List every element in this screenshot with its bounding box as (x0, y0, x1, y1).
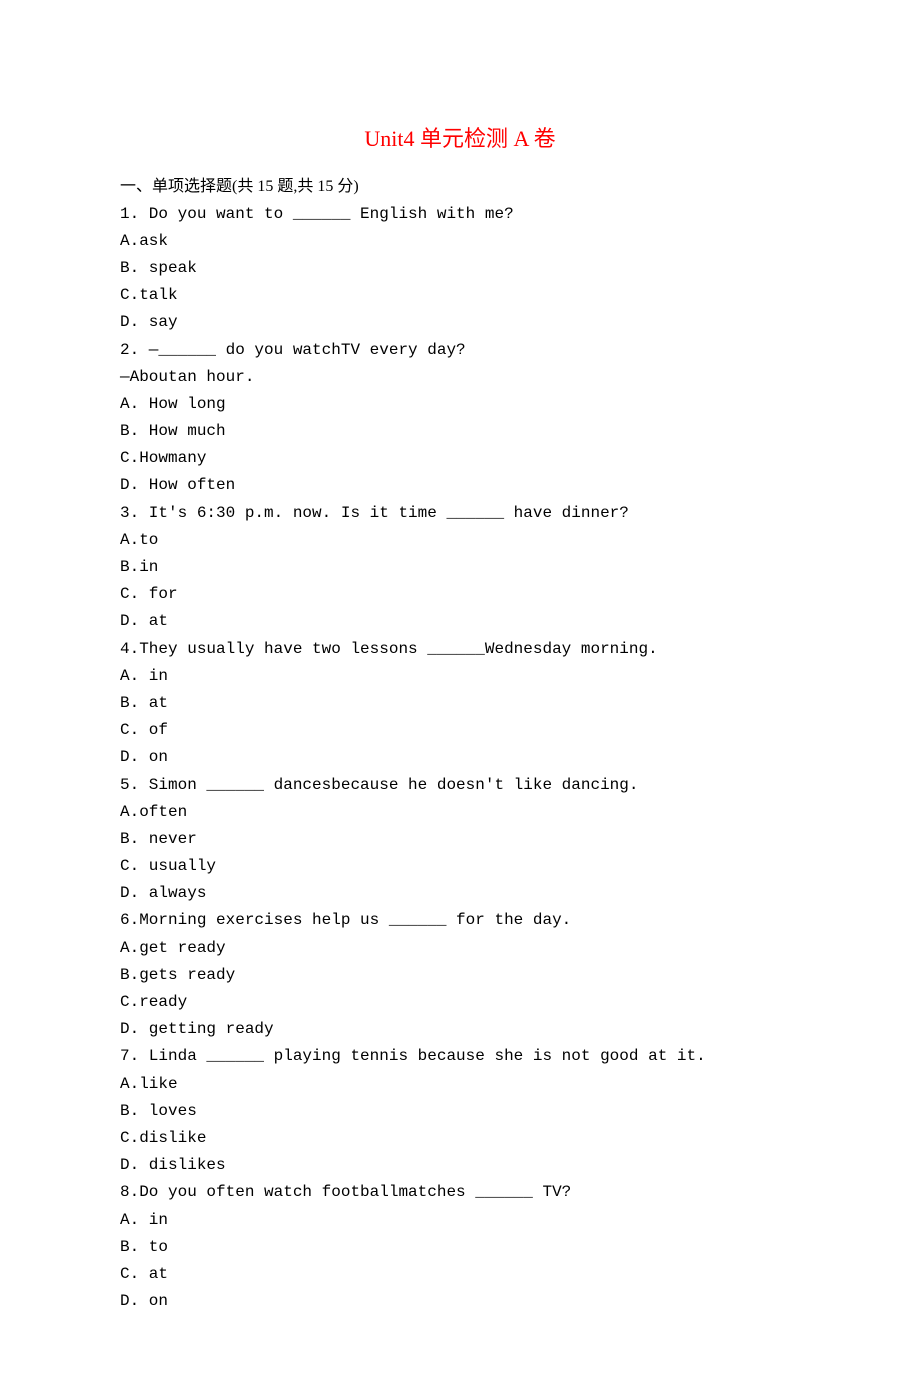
question-text: —Aboutan hour. (120, 364, 800, 391)
question-text: 5. Simon ______ dancesbecause he doesn't… (120, 772, 800, 799)
option-c: C.talk (120, 282, 800, 309)
option-b: B.gets ready (120, 962, 800, 989)
document-page: Unit4 单元检测 A 卷 一、单项选择题(共 15 题,共 15 分) 1.… (0, 0, 920, 1375)
option-a: A.get ready (120, 935, 800, 962)
option-d: D. at (120, 608, 800, 635)
option-c: C. at (120, 1261, 800, 1288)
question-text: 8.Do you often watch footballmatches ___… (120, 1179, 800, 1206)
option-b: B. How much (120, 418, 800, 445)
option-d: D. say (120, 309, 800, 336)
question-block: 4.They usually have two lessons ______We… (120, 636, 800, 772)
option-d: D. dislikes (120, 1152, 800, 1179)
question-text: 2. —______ do you watchTV every day? (120, 337, 800, 364)
option-a: A.ask (120, 228, 800, 255)
question-text: 4.They usually have two lessons ______We… (120, 636, 800, 663)
option-c: C.dislike (120, 1125, 800, 1152)
option-a: A.often (120, 799, 800, 826)
option-c: C. for (120, 581, 800, 608)
option-d: D. getting ready (120, 1016, 800, 1043)
question-block: 1. Do you want to ______ English with me… (120, 201, 800, 337)
option-a: A. How long (120, 391, 800, 418)
option-d: D. How often (120, 472, 800, 499)
option-b: B. speak (120, 255, 800, 282)
question-block: 2. —______ do you watchTV every day? —Ab… (120, 337, 800, 500)
option-c: C.Howmany (120, 445, 800, 472)
option-c: C.ready (120, 989, 800, 1016)
question-text: 6.Morning exercises help us ______ for t… (120, 907, 800, 934)
option-d: D. on (120, 744, 800, 771)
option-b: B. loves (120, 1098, 800, 1125)
question-block: 5. Simon ______ dancesbecause he doesn't… (120, 772, 800, 908)
option-b: B. at (120, 690, 800, 717)
option-c: C. of (120, 717, 800, 744)
option-d: D. always (120, 880, 800, 907)
question-block: 8.Do you often watch footballmatches ___… (120, 1179, 800, 1315)
question-text: 7. Linda ______ playing tennis because s… (120, 1043, 800, 1070)
question-block: 6.Morning exercises help us ______ for t… (120, 907, 800, 1043)
option-b: B.in (120, 554, 800, 581)
option-a: A. in (120, 1207, 800, 1234)
option-b: B. never (120, 826, 800, 853)
option-a: A.like (120, 1071, 800, 1098)
option-a: A. in (120, 663, 800, 690)
option-a: A.to (120, 527, 800, 554)
option-c: C. usually (120, 853, 800, 880)
page-title: Unit4 单元检测 A 卷 (120, 120, 800, 157)
question-text: 1. Do you want to ______ English with me… (120, 201, 800, 228)
question-block: 3. It's 6:30 p.m. now. Is it time ______… (120, 500, 800, 636)
section-header: 一、单项选择题(共 15 题,共 15 分) (120, 173, 800, 200)
question-text: 3. It's 6:30 p.m. now. Is it time ______… (120, 500, 800, 527)
option-b: B. to (120, 1234, 800, 1261)
question-block: 7. Linda ______ playing tennis because s… (120, 1043, 800, 1179)
